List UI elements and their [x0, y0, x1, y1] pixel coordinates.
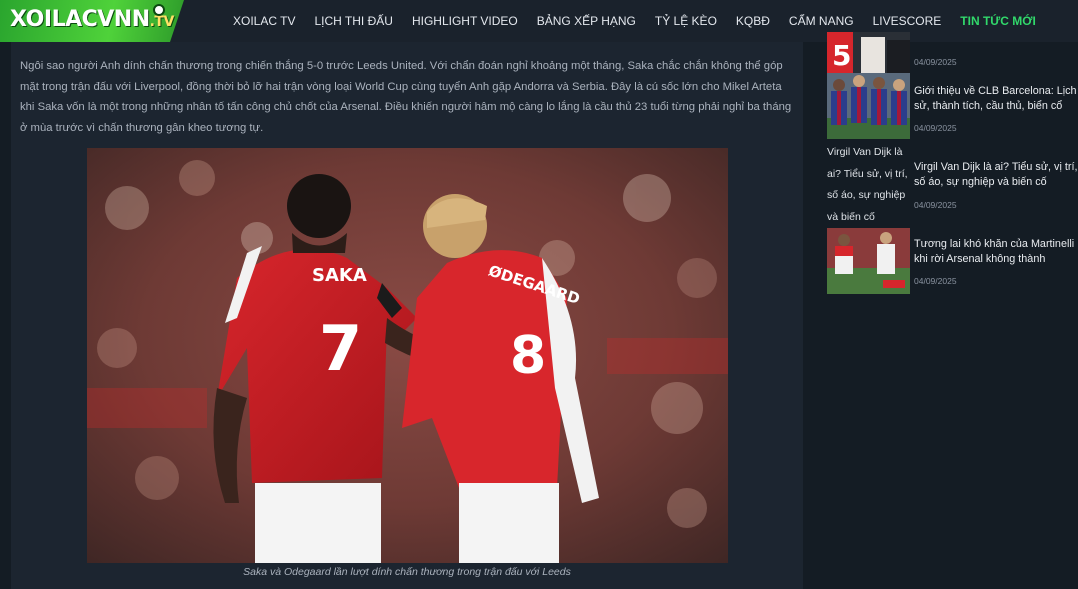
news-thumbnail[interactable]: 5 [827, 32, 910, 73]
photo-jersey-number-right: 8 [510, 326, 546, 386]
news-title[interactable]: Virgil Van Dijk là ai? Tiểu sử, vị trí, … [914, 160, 1078, 190]
article-photo: SAKA 7 ØDEGAARD 8 [87, 148, 728, 563]
news-sidebar: 5 04/09/2025 Giới thiệu về CLB Barcelona… [827, 32, 1078, 589]
nav-item-schedule[interactable]: LỊCH THI ĐẤU [314, 14, 392, 28]
nav-item-handbook[interactable]: CẨM NANG [789, 14, 854, 28]
nav-item-results[interactable]: KQBĐ [736, 14, 770, 28]
news-date: 04/09/2025 [914, 123, 957, 133]
site-logo[interactable]: XOILACVNN.TV [0, 0, 184, 42]
nav-item-highlight-video[interactable]: HIGHLIGHT VIDEO [412, 14, 518, 28]
nav-item-latest-news[interactable]: TIN TỨC MỚI [960, 14, 1036, 28]
main-nav: XOILAC TV LỊCH THI ĐẤU HIGHLIGHT VIDEO B… [233, 0, 1055, 42]
top-header: XOILACVNN.TV XOILAC TV LỊCH THI ĐẤU HIGH… [0, 0, 1078, 42]
nav-item-livescore[interactable]: LIVESCORE [873, 14, 942, 28]
photo-jersey-name-left: SAKA [312, 265, 367, 286]
article-panel: Ngôi sao người Anh dính chấn thương tron… [11, 42, 803, 589]
news-date: 04/09/2025 [914, 276, 957, 286]
article-paragraph: Ngôi sao người Anh dính chấn thương tron… [20, 60, 792, 134]
nav-item-odds[interactable]: TỶ LỆ KÈO [655, 14, 717, 28]
broken-image-alt-text[interactable]: Virgil Van Dijk là ai? Tiểu sử, vị trí, … [827, 142, 913, 228]
news-date: 04/09/2025 [914, 57, 957, 67]
logo-text: XOILACVNN.TV [10, 7, 174, 32]
news-thumbnail[interactable] [827, 228, 910, 294]
thumb-number: 5 [832, 39, 851, 72]
news-thumbnail[interactable] [827, 73, 910, 139]
ball-icon [153, 4, 165, 16]
news-date: 04/09/2025 [914, 200, 957, 210]
photo-jersey-number-left: 7 [319, 312, 362, 385]
news-title[interactable]: Tương lai khó khăn của Martinelli khi rờ… [914, 237, 1078, 267]
news-title[interactable]: Giới thiệu về CLB Barcelona: Lịch sử, th… [914, 84, 1078, 114]
photo-caption: Saka và Odegaard lần lượt dính chấn thươ… [243, 566, 571, 578]
nav-item-standings[interactable]: BẢNG XẾP HẠNG [537, 14, 636, 28]
nav-item-xoilac-tv[interactable]: XOILAC TV [233, 14, 295, 28]
